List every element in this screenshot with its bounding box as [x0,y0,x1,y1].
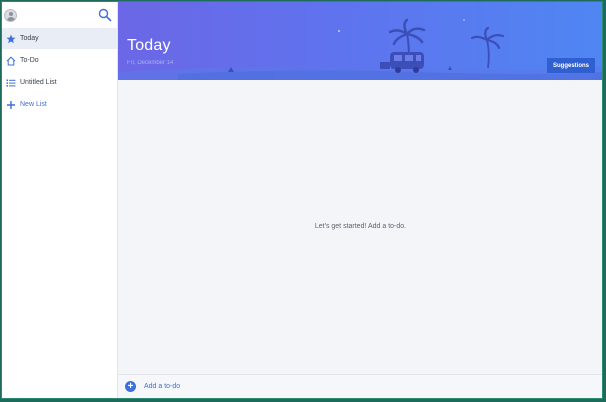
sidebar-item-label: To-Do [20,57,39,64]
header-banner: Today Fri, December 14 Suggestions [118,2,602,80]
sidebar-item-today[interactable]: Today [2,28,117,49]
add-circle-icon[interactable]: + [125,381,136,392]
sidebar-item-label: New List [20,101,47,108]
sidebar-header [2,2,117,28]
sidebar-item-label: Today [20,35,39,42]
app-window: Today To-Do Untitled List New List Today… [1,1,603,399]
avatar[interactable] [4,8,17,22]
star-icon [6,34,16,44]
sidebar-item-todo[interactable]: To-Do [2,50,117,71]
page-title: Today [127,37,171,54]
sidebar-nav: Today To-Do Untitled List New List [2,28,117,115]
beach-scene-illustration [118,18,602,80]
house-icon [6,56,16,66]
list-icon [6,78,16,88]
sidebar-item-new-list[interactable]: New List [2,94,117,115]
main-pane: Today Fri, December 14 Suggestions Let's… [118,2,602,398]
add-todo-label[interactable]: Add a to-do [144,383,180,390]
search-icon[interactable] [98,8,112,22]
suggestions-button[interactable]: Suggestions [546,58,595,73]
sidebar-item-label: Untitled List [20,79,57,86]
sidebar-item-untitled-list[interactable]: Untitled List [2,72,117,93]
empty-state-message: Let's get started! Add a to-do. [314,223,407,230]
page-date: Fri, December 14 [127,60,174,66]
plus-icon [6,100,16,110]
sidebar: Today To-Do Untitled List New List [2,2,118,398]
add-todo-bar[interactable]: + Add a to-do [118,374,602,398]
